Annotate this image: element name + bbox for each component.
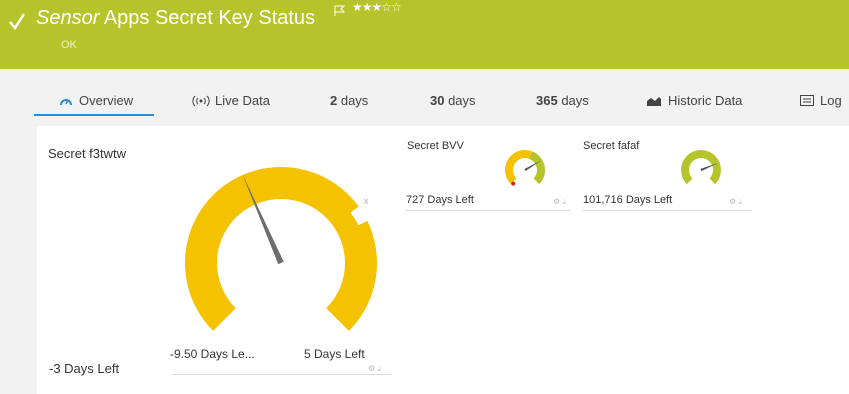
tab-live-data-label: Live Data	[215, 93, 270, 108]
tab-historic-data-label: Historic Data	[668, 93, 743, 108]
gauge-bvv-title[interactable]: Secret BVV	[407, 140, 464, 152]
tab-30-days-unit: days	[444, 93, 476, 108]
gauge-bvv-arc	[505, 150, 532, 185]
tab-365-days-unit: days	[557, 93, 589, 108]
gauge-icon	[60, 98, 72, 105]
log-icon	[800, 95, 814, 106]
gauge-main-max-label: 5 Days Left	[304, 347, 365, 361]
tab-live-data[interactable]: Live Data	[192, 93, 270, 108]
tab-30-days-number: 30	[430, 93, 445, 108]
live-data-icon	[192, 95, 210, 106]
gauge-main-arc	[185, 167, 377, 331]
check-icon	[9, 13, 26, 31]
title-sensor-word: Sensor	[36, 7, 100, 29]
gauge-main-value: -3 Days Left	[49, 361, 120, 376]
gauge-fafaf-divider	[582, 210, 752, 211]
gauge-bvv-value: 727 Days Left	[406, 194, 474, 206]
tab-2-days[interactable]: 2 days	[330, 93, 368, 108]
gauge-main-min-label: -9.50 Days Le...	[170, 347, 255, 361]
tab-historic-data[interactable]: Historic Data	[646, 93, 742, 108]
gauge-bvv-divider	[405, 210, 571, 211]
tab-bar: Overview Live Data 2 days 30 days 365 da…	[0, 69, 849, 117]
gauge-fafaf-title[interactable]: Secret fafaf	[583, 140, 639, 152]
tab-overview-label: Overview	[79, 93, 134, 108]
status-text: OK	[61, 39, 77, 51]
gauge-bvv-marker	[511, 181, 516, 186]
gauge-main[interactable]	[171, 158, 391, 358]
gauge-fafaf-value: 101,716 Days Left	[583, 194, 673, 206]
priority-stars[interactable]: ★★★☆☆	[352, 0, 402, 14]
tab-30-days[interactable]: 30 days	[430, 93, 476, 108]
tab-365-days[interactable]: 365 days	[536, 93, 589, 108]
gauge-main-divider	[172, 374, 392, 375]
title-name: Apps Secret Key Status	[99, 7, 316, 29]
tab-log[interactable]: Log	[800, 93, 842, 108]
tab-365-days-number: 365	[536, 93, 558, 108]
page-title: Sensor Apps Secret Key Status	[36, 7, 315, 30]
overview-panel: Secret f3twtw x -3 Days Left -9.50 Days …	[37, 126, 849, 394]
gauge-bvv-ok-arc	[529, 151, 545, 185]
gauge-bvv-controls[interactable]: ⚙ ⤓	[553, 197, 566, 207]
sensor-header: Sensor Apps Secret Key Status ★★★☆☆ OK	[0, 0, 849, 69]
tab-2-days-unit: days	[337, 93, 369, 108]
gauge-main-title[interactable]: Secret f3twtw	[48, 146, 126, 161]
historic-chart-icon	[647, 96, 661, 106]
active-tab-indicator	[34, 114, 154, 116]
gauge-main-controls[interactable]: ⚙ ⤓	[368, 364, 381, 374]
tab-overview[interactable]: Overview	[59, 93, 133, 108]
tab-log-label: Log	[820, 93, 842, 108]
gauge-fafaf-controls[interactable]: ⚙ ⤓	[729, 197, 742, 207]
gauge-fafaf-arc	[681, 150, 721, 185]
flag-icon[interactable]	[334, 5, 346, 17]
gauge-main-close-button[interactable]: x	[364, 196, 369, 206]
